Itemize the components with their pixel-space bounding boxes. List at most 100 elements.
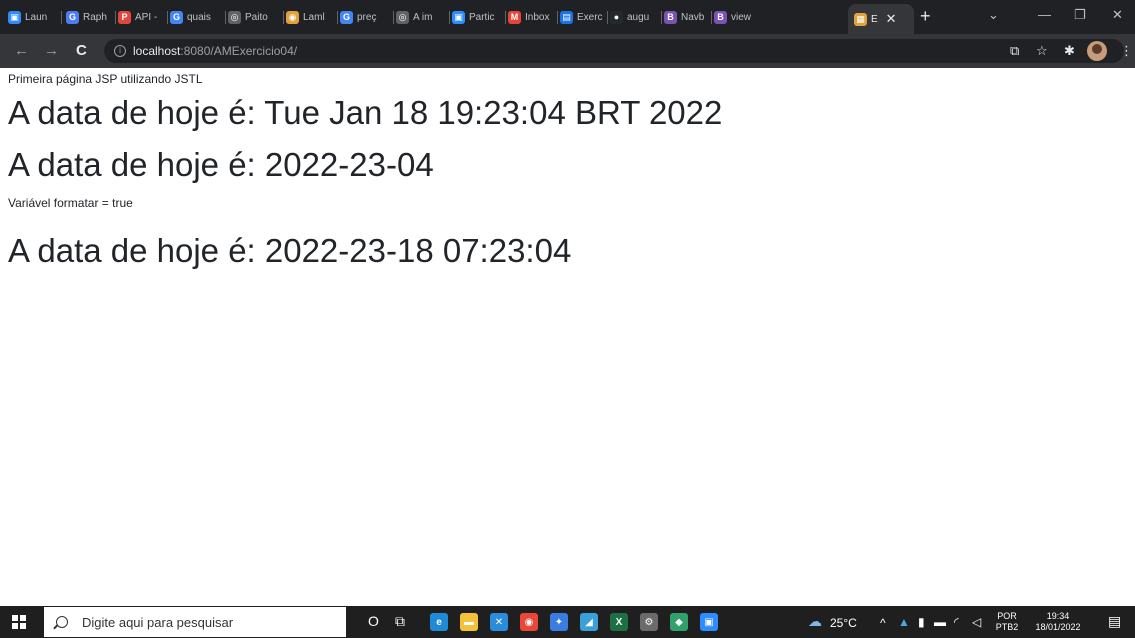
forward-button[interactable]: → [44,42,59,60]
tab-separator [505,11,506,24]
tab-6[interactable]: ◉ Laml [286,8,334,26]
profile-avatar[interactable] [1087,41,1107,61]
tab-separator [225,11,226,24]
settings-icon[interactable]: ⚙ [640,613,658,631]
zoom-icon[interactable]: ▣ [700,613,718,631]
tab-3[interactable]: P API - [118,8,164,26]
url-path: :8080/AMExercicio04/ [180,44,298,58]
reload-button[interactable]: C [76,42,87,60]
tab-4[interactable]: Gquais [170,8,222,26]
tab-search-dropdown-icon[interactable]: ⌄ [988,7,999,23]
tab-label: Exerc [577,11,603,23]
tab-label: A im [413,11,433,23]
tab-separator [337,11,338,24]
vscode-icon[interactable]: ✕ [490,613,508,631]
minimize-button[interactable]: — [1038,7,1051,22]
weather-cloud-icon: ☁ [808,613,822,629]
clock-date: 18/01/2022 [1035,622,1081,632]
tab-favicon-icon: ▤ [560,10,573,24]
browser-menu-icon[interactable]: ⋮ [1120,43,1133,59]
clock-time: 19:34 [1046,611,1070,621]
bookmark-star-icon[interactable]: ☆ [1036,43,1048,59]
tab-8[interactable]: ◎ A im [396,8,446,26]
chrome-icon[interactable]: ◉ [520,613,538,631]
tab-label: Navb [681,11,705,23]
app9-icon[interactable]: ◆ [670,613,688,631]
explorer-icon[interactable]: ▬ [460,613,478,631]
maximize-button[interactable]: ❐ [1074,7,1086,23]
site-info-icon[interactable]: i [114,45,126,57]
tab-5[interactable]: ◎ Paito [228,8,280,26]
windows-start-icon[interactable] [12,615,26,629]
tab-13[interactable]: B Navb [664,8,708,26]
search-placeholder: Digite aqui para pesquisar [82,614,234,630]
volume-icon[interactable]: ◁ [972,615,981,629]
tab-favicon-icon: B [664,10,677,24]
tab-label: Laun [25,11,48,23]
date-heading-full: A data de hoje é: Tue Jan 18 19:23:04 BR… [8,94,723,131]
usb-icon[interactable]: ▮ [918,615,925,629]
tab-separator [393,11,394,24]
tab-separator [607,11,608,24]
tab-favicon-icon: ◎ [396,10,409,24]
tab-active[interactable]: ▦ E ✕ [848,4,914,34]
tray-app-icon[interactable]: ▲ [898,615,910,629]
new-tab-button[interactable]: + [920,6,931,27]
page-subtitle: Primeira página JSP utilizando JSTL [8,72,203,86]
tab-separator [557,11,558,24]
tab-label: preç [357,11,377,23]
battery-icon[interactable]: ▬ [934,615,946,629]
clock[interactable]: 19:34 18/01/2022 [1030,611,1086,633]
tab-active-favicon-icon: ▦ [854,12,867,26]
cortana-icon[interactable]: O [368,614,379,628]
tab-label: Inbox [525,11,550,23]
tab-10[interactable]: M Inbox [508,8,554,26]
language-indicator[interactable]: POR PTB2 [992,611,1022,633]
back-button[interactable]: ← [14,42,29,60]
url-host: localhost [133,44,181,58]
tab-separator [711,11,712,24]
browser-tab-strip: ▦ E ✕ + ⌄ — ❐ ✕ ▣ Laun G Raph P API - Gquais ◎ P… [0,0,1135,34]
tab-separator [661,11,662,24]
app5-icon[interactable]: ✦ [550,613,568,631]
variable-line: Variável formatar = true [8,196,133,210]
tab-7[interactable]: Gpreç [340,8,390,26]
tab-favicon-icon: G [340,10,353,24]
tab-separator [449,11,450,24]
tab-separator [283,11,284,24]
tab-9[interactable]: ▣ Partic [452,8,502,26]
wifi-icon[interactable]: ◜ [954,615,959,629]
tab-1[interactable]: ▣ Laun [8,8,58,26]
tab-12[interactable]: ● augu [610,8,658,26]
date-heading-formatted: A data de hoje é: 2022-23-18 07:23:04 [8,232,572,269]
tab-close-icon[interactable]: ✕ [886,11,897,27]
notification-icon[interactable]: ▤ [1108,614,1121,628]
tab-separator [115,11,116,24]
taskbar-search-input[interactable]: Digite aqui para pesquisar [44,607,346,637]
tab-favicon-icon: G [66,10,79,24]
tab-favicon-icon: ● [610,10,623,24]
tab-11[interactable]: ▤ Exerc [560,8,604,26]
excel-icon[interactable]: X [610,613,628,631]
tab-14[interactable]: Bview [714,8,758,26]
address-bar[interactable]: i localhost :8080/AMExercicio04/ [104,39,1124,63]
browser-toolbar: ← → C i localhost :8080/AMExercicio04/ [0,34,1135,68]
weather-temperature[interactable]: 25°C [830,616,857,630]
tab-2[interactable]: G Raph [66,8,112,26]
search-icon [56,616,68,628]
web-page: Primeira página JSP utilizando JSTL A da… [0,68,1135,606]
extensions-icon[interactable]: ✱ [1064,43,1075,59]
tab-separator [167,11,168,24]
keyboard-layout: PTB2 [995,622,1019,632]
close-window-button[interactable]: ✕ [1112,7,1123,23]
tray-overflow-icon[interactable]: ^ [880,616,886,630]
app6-icon[interactable]: ◢ [580,613,598,631]
share-icon[interactable]: ⧉ [1010,43,1019,59]
tab-favicon-icon: P [118,10,131,24]
edge-icon[interactable]: e [430,613,448,631]
tab-label: Laml [303,11,325,23]
screen: ▦ E ✕ + ⌄ — ❐ ✕ ▣ Laun G Raph P API - Gquais ◎ P… [0,0,1135,638]
tab-label: augu [627,11,650,23]
task-view-icon[interactable]: ⧉ [395,614,405,628]
tab-favicon-icon: ◉ [286,10,299,24]
